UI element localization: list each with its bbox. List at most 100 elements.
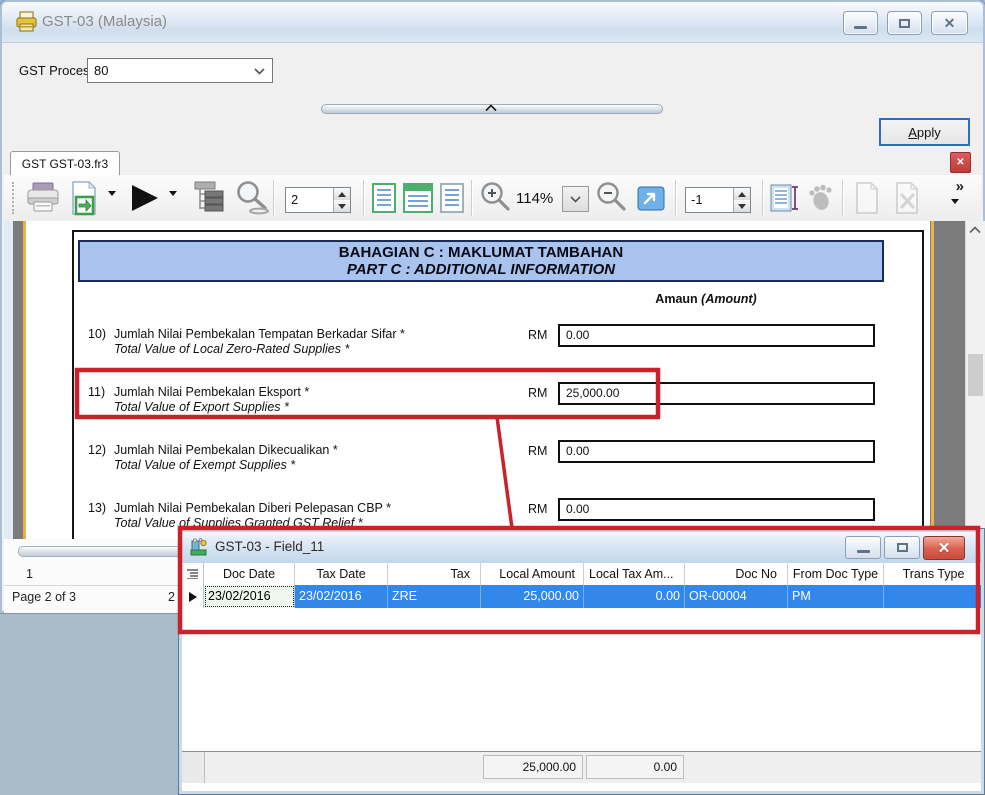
delete-page-button[interactable] [892,182,924,219]
popup-titlebar[interactable]: GST-03 - Field_11 ✕ [182,532,981,564]
tab-close-button[interactable]: ✕ [950,152,971,173]
spin-down-button[interactable] [734,200,750,212]
minimize-button[interactable] [843,11,878,35]
grid-app-icon [190,538,209,562]
about-button[interactable] [805,184,835,217]
grid-customize-cell[interactable] [182,563,204,585]
export-button[interactable] [68,181,100,222]
field13-value-box[interactable]: 0.00 [558,498,875,521]
column-header-from-doc-type[interactable]: From Doc Type [788,563,884,585]
cell-from-doc-type[interactable]: PM [788,585,884,608]
window-title: GST-03 (Malaysia) [42,13,167,30]
scrollbar-thumb[interactable] [968,354,983,396]
grid-selected-row[interactable]: 23/02/2016 23/02/2016 ZRE 25,000.00 0.00… [182,585,981,608]
zoom-in-button[interactable] [478,180,516,223]
column-header-doc-no[interactable]: Doc No [685,563,788,585]
cell-doc-no[interactable]: OR-00004 [685,585,788,608]
grid-footer: 25,000.00 0.00 [182,751,981,783]
export-dropdown[interactable] [108,196,116,214]
new-page-button[interactable] [853,182,881,219]
toolbar-separator [762,180,763,216]
drilldown-grid: Doc Date Tax Date Tax Local Amount Local… [182,563,981,791]
apply-label: Apply [908,125,941,140]
maximize-button[interactable] [887,11,922,35]
column-header-local-tax-amount[interactable]: Local Tax Am... [584,563,685,585]
viewer-left-edge [4,221,13,539]
screen: GST-03 (Malaysia) ✕ GST Process: 80 Ap [0,0,985,795]
row-indicator-cell [182,585,204,608]
column-header-tax[interactable]: Tax [388,563,481,585]
main-titlebar[interactable]: GST-03 (Malaysia) ✕ [2,2,983,43]
popup-close-button[interactable]: ✕ [923,536,965,560]
new-page-icon [853,182,881,214]
continuous-view-button[interactable] [403,183,433,213]
triangle-up-icon [338,192,346,197]
clipped-status-value: 2 [168,590,175,604]
page-ibeam-icon [769,183,801,213]
caret-down-icon [169,191,177,213]
popup-maximize-button[interactable] [884,536,920,559]
field11-label-my: Jumlah Nilai Pembekalan Eksport * [114,385,309,399]
collapse-splitter[interactable] [321,104,663,114]
chevron-up-icon [485,104,497,112]
scroll-up-icon [969,226,981,234]
section-title-my: BAHAGIAN C : MAKLUMAT TAMBAHAN [80,244,882,261]
print-button[interactable] [24,181,62,220]
toolbar-grip[interactable] [12,182,14,214]
toolbar-overflow-button[interactable]: » [956,178,963,195]
footer-local-tax-total: 0.00 [586,755,684,779]
printer-app-icon [15,11,39,38]
zoom-out-button[interactable] [594,180,632,223]
close-button[interactable]: ✕ [931,11,968,35]
footer-local-amount-total: 25,000.00 [483,755,583,779]
zoom-level-label: 114% [516,190,553,207]
report-page: BAHAGIAN C : MAKLUMAT TAMBAHAN PART C : … [26,221,930,539]
column-header-tax-date[interactable]: Tax Date [295,563,388,585]
spin-down-button[interactable] [334,200,350,212]
find-button[interactable] [232,179,272,224]
field12-value-box[interactable]: 0.00 [558,440,875,463]
field10-label-my: Jumlah Nilai Pembekalan Tempatan Berkada… [114,327,405,341]
run-report-button[interactable] [132,185,158,211]
tab-gst-gst03[interactable]: GST GST-03.fr3 [10,151,120,176]
apply-button[interactable]: Apply [879,118,970,146]
preview-toolbar: 2 114% [4,175,981,222]
column-header-local-amount[interactable]: Local Amount [481,563,584,585]
field11-label-en: Total Value of Export Supplies * [114,400,289,414]
cell-doc-date[interactable]: 23/02/2016 [204,585,295,608]
report-tree-button[interactable] [192,181,226,219]
edit-page-button[interactable] [637,186,665,216]
cell-tax-date[interactable]: 23/02/2016 [295,585,388,608]
cell-trans-type[interactable] [884,585,983,608]
toolbar-separator [363,180,364,216]
main-window: GST-03 (Malaysia) ✕ GST Process: 80 Ap [0,0,985,613]
page-settings-button[interactable] [769,183,801,218]
cell-tax[interactable]: ZRE [388,585,481,608]
field13-label-my: Jumlah Nilai Pembekalan Diberi Pelepasan… [114,501,391,515]
field10-value-box[interactable]: 0.00 [558,324,875,347]
gst-process-combobox[interactable]: 80 [87,58,273,83]
section-header-band: BAHAGIAN C : MAKLUMAT TAMBAHAN PART C : … [78,240,884,282]
report-preview-area: BAHAGIAN C : MAKLUMAT TAMBAHAN PART C : … [4,221,985,539]
field11-number: 11) [88,385,105,399]
cell-local-amount[interactable]: 25,000.00 [481,585,584,608]
run-dropdown[interactable] [169,196,177,214]
page-thumbnail-label[interactable]: 1 [26,567,33,581]
vertical-scrollbar[interactable] [965,221,985,539]
field12-currency: RM [528,444,547,458]
page-lines-icon [408,195,428,207]
column-header-trans-type[interactable]: Trans Type [884,563,983,585]
toolbar-more-button[interactable] [951,204,959,222]
column-header-doc-date[interactable]: Doc Date [204,563,295,585]
facing-view-button[interactable] [440,183,464,213]
triangle-up-icon [738,192,746,197]
offset-spinner[interactable]: -1 [685,187,751,213]
popup-minimize-button[interactable] [845,536,881,559]
zoom-out-icon [594,180,632,218]
page-number-spinner[interactable]: 2 [285,187,351,213]
single-page-view-button[interactable] [372,183,396,213]
cell-local-tax-amount[interactable]: 0.00 [584,585,685,608]
field11-value-box[interactable]: 25,000.00 [558,382,875,405]
zoom-dropdown-button[interactable] [562,186,589,212]
field13-number: 13) [88,501,106,515]
